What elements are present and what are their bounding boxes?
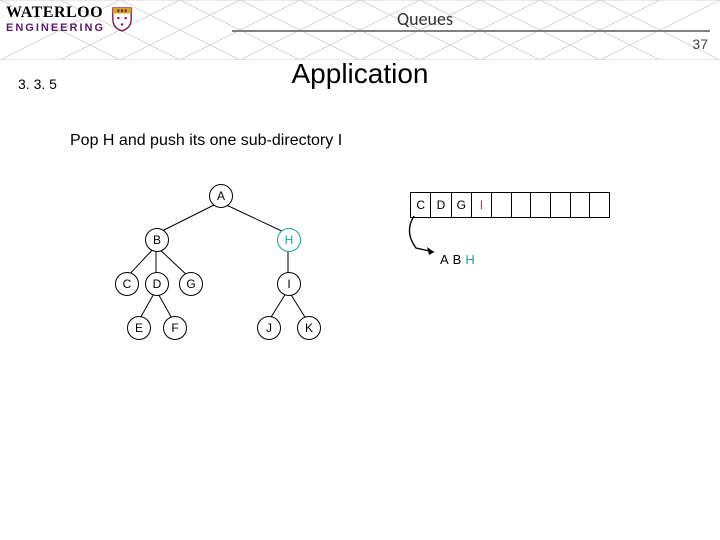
tree-node-K: K xyxy=(297,316,321,340)
queue-cell xyxy=(570,193,590,218)
tree-node-G: G xyxy=(179,272,203,296)
shield-icon xyxy=(111,6,133,32)
queue-cell xyxy=(590,193,610,218)
tree-node-A: A xyxy=(209,184,233,208)
tree-node-C: C xyxy=(115,272,139,296)
visited-sequence: ABH xyxy=(440,252,479,267)
tree-node-D: D xyxy=(145,272,169,296)
header-topic: Queues xyxy=(397,8,453,30)
tree-edges xyxy=(110,180,390,360)
visited-node: B xyxy=(453,252,466,267)
slide-title: Application xyxy=(0,58,720,90)
tree-node-E: E xyxy=(127,316,151,340)
logo-text-top: WATERLOO xyxy=(6,4,105,22)
tree-node-B: B xyxy=(145,228,169,252)
queue-cell xyxy=(550,193,570,218)
page-number: 37 xyxy=(692,36,708,52)
queue-cell xyxy=(491,193,511,218)
visited-node: A xyxy=(440,252,453,267)
visited-node: H xyxy=(465,252,478,267)
queue-cell xyxy=(531,193,551,218)
queue-cell xyxy=(511,193,531,218)
logo-text-bottom: ENGINEERING xyxy=(6,22,105,34)
header-underline xyxy=(232,30,710,32)
tree-node-I: I xyxy=(277,272,301,296)
tree-node-J: J xyxy=(257,316,281,340)
queue-cell: I xyxy=(471,193,491,218)
waterloo-logo: WATERLOO ENGINEERING xyxy=(6,4,133,34)
diagram: A B H C D G I E F J K CDGI ABH xyxy=(110,180,610,380)
body-text: Pop H and push its one sub-directory I xyxy=(70,132,342,150)
tree-node-F: F xyxy=(163,316,187,340)
tree-node-H: H xyxy=(277,228,301,252)
